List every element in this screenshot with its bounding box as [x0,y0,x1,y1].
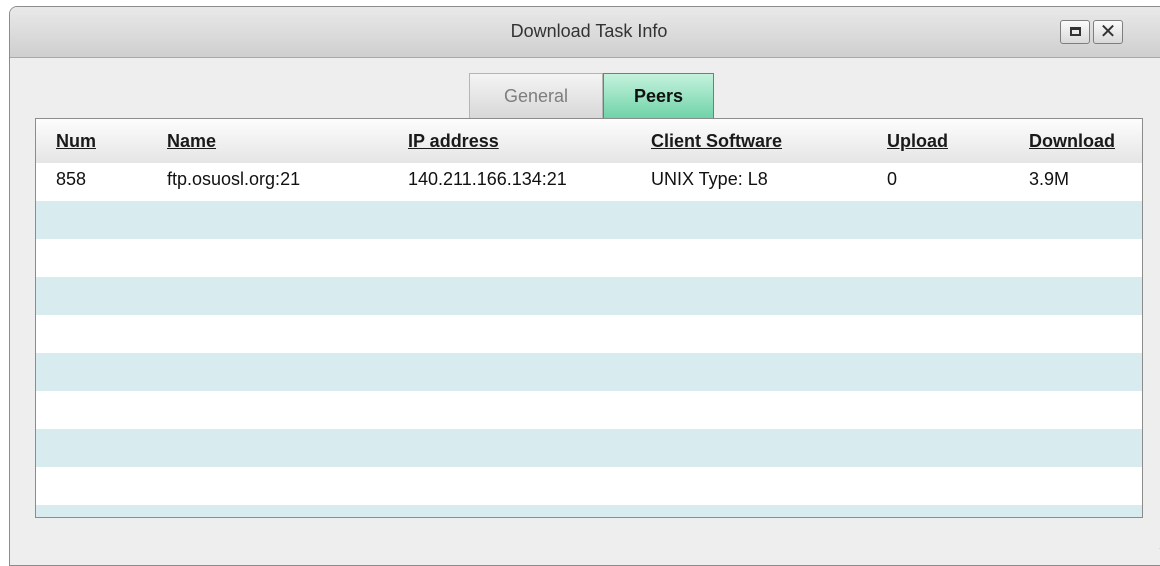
empty-row [36,391,1142,429]
maximize-button[interactable] [1060,20,1090,44]
empty-row [36,467,1142,505]
column-header-client-software[interactable]: Client Software [651,131,782,152]
cell-num: 858 [56,169,87,189]
empty-row [36,277,1142,315]
cell-name: ftp.osuosl.org:21 [167,169,301,189]
maximize-icon [1070,27,1081,36]
empty-row [36,429,1142,467]
column-header-upload[interactable]: Upload [887,131,948,152]
table-row[interactable]: 858 ftp.osuosl.org:21 140.211.166.134:21… [36,163,1142,201]
cell-download: 3.9M [1029,169,1070,189]
cell-client-software: UNIX Type: L8 [651,169,768,189]
close-button[interactable]: ✕ [1093,20,1123,44]
table-header: Num Name IP address Client Software Uplo… [36,119,1142,163]
peers-table: Num Name IP address Client Software Uplo… [35,118,1143,518]
cell-upload: 0 [887,169,898,189]
empty-row [36,201,1142,239]
empty-row [36,353,1142,391]
tab-peers[interactable]: Peers [603,73,714,118]
title-bar[interactable]: Download Task Info ✕ [10,7,1160,58]
download-task-info-window: Download Task Info ✕ General Peers Num N… [9,6,1160,566]
tab-bar: General Peers [469,73,714,118]
column-header-name[interactable]: Name [167,131,216,152]
close-icon: ✕ [1099,21,1117,43]
column-header-download[interactable]: Download [1029,131,1115,152]
empty-row [36,315,1142,353]
empty-row [36,505,1142,517]
cell-ip-address: 140.211.166.134:21 [408,169,567,189]
empty-row [36,239,1142,277]
column-header-num[interactable]: Num [56,131,96,152]
tab-general[interactable]: General [469,73,603,118]
window-title: Download Task Info [510,21,668,41]
column-header-ip-address[interactable]: IP address [408,131,499,152]
